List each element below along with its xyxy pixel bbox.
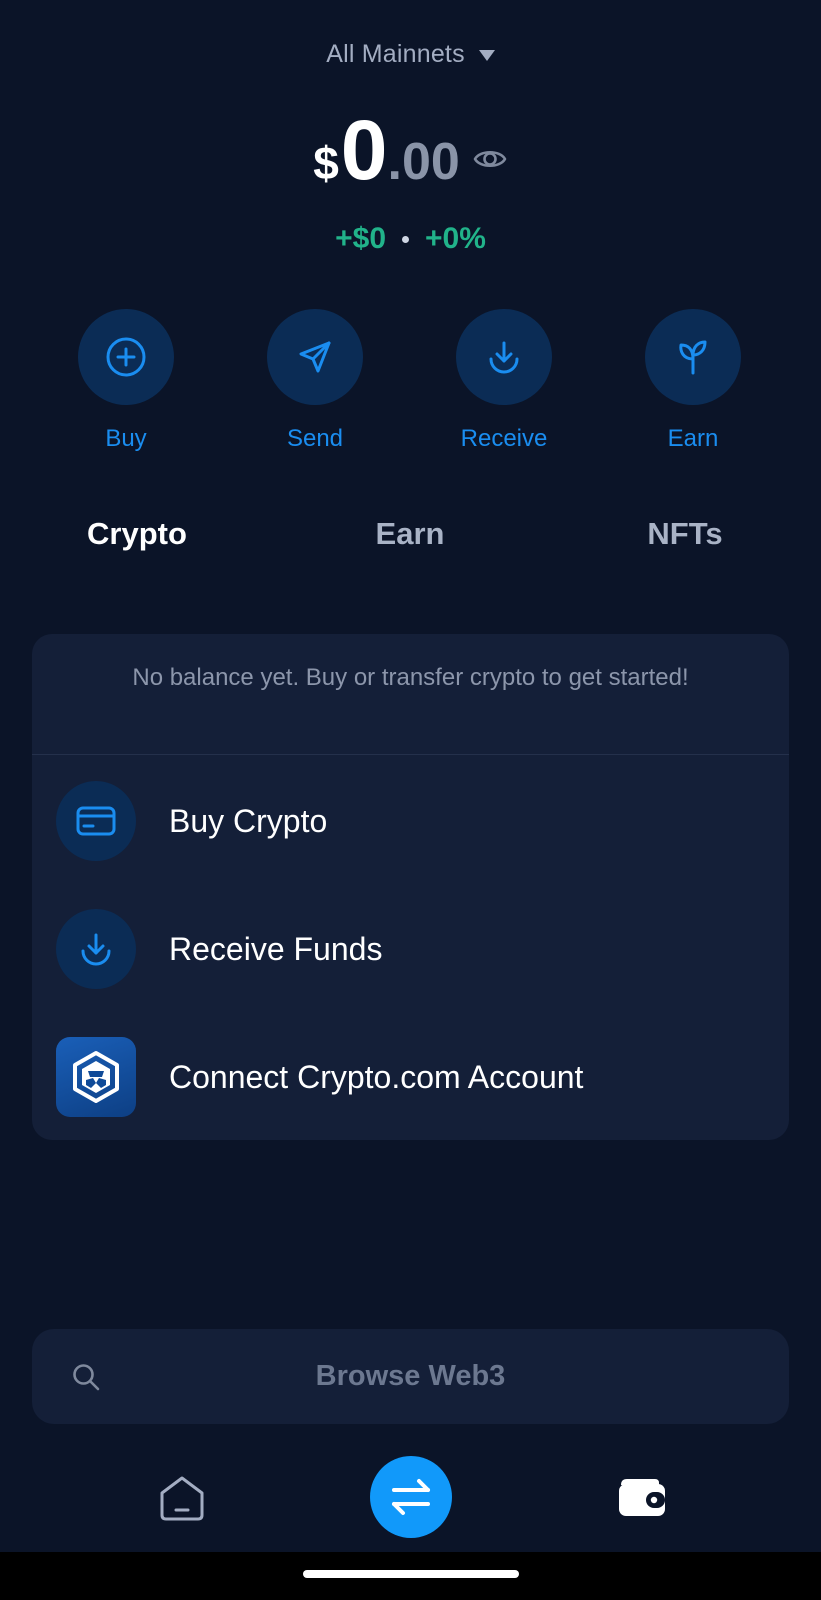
balance-decimal: .00	[387, 133, 460, 191]
buy-crypto-row[interactable]: Buy Crypto	[56, 781, 765, 861]
tab-nfts[interactable]: NFTs	[585, 516, 785, 552]
send-label: Send	[286, 425, 344, 452]
browse-web3-search[interactable]: Browse Web3	[32, 1329, 789, 1424]
balance-integer: 0	[340, 103, 388, 197]
buy-crypto-label: Buy Crypto	[169, 802, 328, 839]
buy-label: Buy	[105, 425, 147, 452]
network-label: All Mainnets	[326, 40, 465, 68]
receive-funds-label: Receive Funds	[169, 930, 383, 967]
tab-earn[interactable]: Earn	[310, 516, 510, 552]
earn-action-circle	[645, 309, 741, 405]
connect-crypto-com-row[interactable]: Connect Crypto.com Account	[56, 1037, 765, 1117]
change-amount: +$0	[335, 222, 386, 255]
buy-action-circle	[78, 309, 174, 405]
download-arrow-icon	[81, 933, 111, 966]
balance-change: +$0 +0%	[0, 222, 821, 256]
sprout-icon	[679, 340, 707, 375]
eye-icon[interactable]	[472, 141, 508, 177]
balance-currency: $	[313, 137, 339, 189]
wallet-icon	[619, 1479, 665, 1516]
getting-started-card: No balance yet. Buy or transfer crypto t…	[32, 634, 789, 1140]
receive-funds-row[interactable]: Receive Funds	[56, 909, 765, 989]
buy-button[interactable]: Buy	[51, 309, 201, 453]
crypto-com-logo-icon	[56, 1037, 136, 1117]
swap-button[interactable]	[370, 1456, 452, 1538]
empty-balance-message: No balance yet. Buy or transfer crypto t…	[132, 664, 689, 691]
buy-crypto-icon-circle	[56, 781, 136, 861]
receive-button[interactable]: Receive	[429, 309, 579, 453]
send-action-circle	[267, 309, 363, 405]
home-tab[interactable]	[149, 1464, 215, 1530]
paper-plane-icon	[299, 341, 331, 373]
crypto-com-shield-icon	[73, 1051, 119, 1103]
divider	[32, 754, 789, 755]
wallet-home-screen: All Mainnets $ 0 .00 +$0 +0% Buy Send Re…	[0, 0, 821, 1600]
home-icon	[160, 1476, 204, 1521]
receive-label: Receive	[460, 425, 548, 452]
credit-card-icon	[76, 806, 116, 836]
home-indicator[interactable]	[303, 1570, 519, 1578]
caret-down-icon	[478, 50, 495, 61]
wallet-tab[interactable]	[608, 1464, 674, 1530]
send-button[interactable]: Send	[240, 309, 390, 453]
connect-crypto-com-label: Connect Crypto.com Account	[169, 1058, 584, 1095]
receive-funds-icon-circle	[56, 909, 136, 989]
swap-icon	[392, 1479, 430, 1515]
receive-action-circle	[456, 309, 552, 405]
tab-crypto[interactable]: Crypto	[37, 516, 237, 552]
asset-tabs: Crypto Earn NFTs	[0, 516, 821, 566]
earn-label: Earn	[667, 425, 719, 452]
network-selector[interactable]: All Mainnets	[0, 40, 821, 69]
bottom-navigation	[0, 1445, 821, 1555]
earn-button[interactable]: Earn	[618, 309, 768, 453]
download-arrow-icon	[489, 341, 519, 374]
search-placeholder: Browse Web3	[315, 1360, 506, 1392]
separator-dot	[402, 235, 409, 243]
plus-circle-icon	[106, 337, 146, 377]
total-balance: $ 0 .00	[0, 108, 821, 192]
system-home-area	[0, 1552, 821, 1600]
change-percent: +0%	[425, 222, 486, 255]
